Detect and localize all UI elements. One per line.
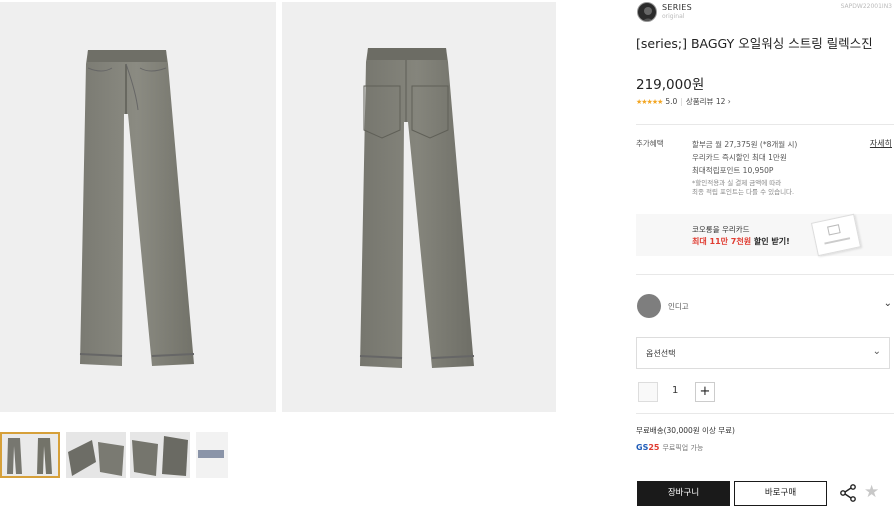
gs25-logo-icon: GS25 — [636, 443, 660, 452]
card-promo-banner[interactable]: 코오롱을 우리카드 최대 11만 7천원 할인 받기! — [636, 213, 892, 257]
divider — [636, 124, 894, 125]
rating-score: 5.0 — [665, 97, 678, 106]
divider — [636, 413, 894, 414]
benefit-lines: 할부금 월 27,375원 (*8개월 시) 우리카드 즉시할인 최대 1만원 … — [692, 138, 797, 177]
color-selector[interactable]: 인디고 ⌄ — [636, 292, 894, 318]
color-name: 인디고 — [668, 302, 689, 311]
benefit-note: *할인적용과 실 결제 금액에 따라 최종 적립 포인트는 다를 수 있습니다. — [692, 179, 794, 197]
benefit-line: 우리카드 즉시할인 최대 1만원 — [692, 153, 787, 162]
divider — [636, 274, 894, 275]
product-code: SAPDW22001IN3 — [840, 3, 892, 10]
thumbnail-image — [196, 432, 228, 478]
card-promo-line1: 코오롱을 우리카드 — [692, 225, 750, 234]
product-price: 219,000원 — [636, 77, 705, 93]
brand-avatar[interactable] — [637, 2, 657, 22]
card-promo-highlight: 최대 11만 7천원 — [692, 237, 752, 246]
benefit-line: 할부금 월 27,375원 (*8개월 시) — [692, 140, 798, 149]
thumbnail-image — [7, 438, 52, 474]
thumbnail-image — [130, 432, 190, 478]
card-promo-rest: 할인 받기! — [751, 237, 790, 246]
jeans-front-illustration — [79, 50, 195, 366]
share-icon[interactable] — [839, 484, 857, 502]
brand-name[interactable]: SERIES — [662, 3, 692, 12]
jeans-back-illustration — [359, 48, 475, 368]
product-title: [series;] BAGGY 오일워싱 스트링 릴렉스진 — [636, 36, 873, 51]
product-image-front[interactable] — [0, 2, 276, 412]
benefit-detail-link[interactable]: 자세히 — [870, 138, 892, 149]
rating-stars-icon: ★★★★★ — [636, 98, 663, 106]
product-image-back[interactable] — [282, 2, 556, 412]
card-promo-line2: 최대 11만 7천원 할인 받기! — [692, 236, 790, 247]
thumbnail-image — [66, 432, 126, 478]
reviews-link[interactable]: 상품리뷰 12 › — [686, 97, 731, 106]
buy-now-button[interactable]: 바로구매 — [734, 481, 827, 506]
thumbnail-1[interactable] — [0, 432, 60, 478]
option-select[interactable]: 옵션선택 ⌄ — [636, 337, 890, 369]
thumbnail-2[interactable] — [66, 432, 126, 478]
add-to-cart-button[interactable]: 장바구니 — [637, 481, 730, 506]
quantity-plus-button[interactable]: + — [695, 382, 715, 402]
thumbnail-3[interactable] — [130, 432, 190, 478]
brand-row[interactable]: SERIES original SAPDW22001IN3 — [636, 2, 894, 24]
quantity-value[interactable]: 1 — [672, 385, 678, 396]
color-swatch[interactable] — [637, 294, 661, 318]
brand-subtitle: original — [662, 13, 685, 20]
rating-row: ★★★★★ 5.0 | 상품리뷰 12 › — [636, 97, 731, 106]
option-select-label: 옵션선택 — [646, 349, 676, 358]
chevron-down-icon: ⌄ — [872, 346, 881, 357]
benefit-note-line: *할인적용과 실 결제 금액에 따라 — [692, 179, 782, 187]
benefit-note-line: 최종 적립 포인트는 다를 수 있습니다. — [692, 188, 795, 196]
pickup-text: 무료픽업 가능 — [662, 444, 704, 452]
benefit-label: 추가혜택 — [636, 139, 664, 148]
wishlist-star-icon[interactable]: ★ — [864, 482, 879, 502]
shipping-info: 무료배송(30,000원 이상 무료) — [636, 426, 735, 435]
brand-logo-icon — [642, 7, 654, 21]
chevron-down-icon[interactable]: ⌄ — [884, 298, 892, 309]
pickup-info: GS25 무료픽업 가능 — [636, 443, 703, 453]
thumbnail-4[interactable] — [196, 432, 228, 478]
benefit-line: 최대적립포인트 10,950P — [692, 166, 774, 175]
product-info-panel: SERIES original SAPDW22001IN3 [series;] … — [636, 0, 894, 512]
quantity-minus-button[interactable] — [638, 382, 658, 402]
credit-card-icon — [810, 213, 862, 257]
